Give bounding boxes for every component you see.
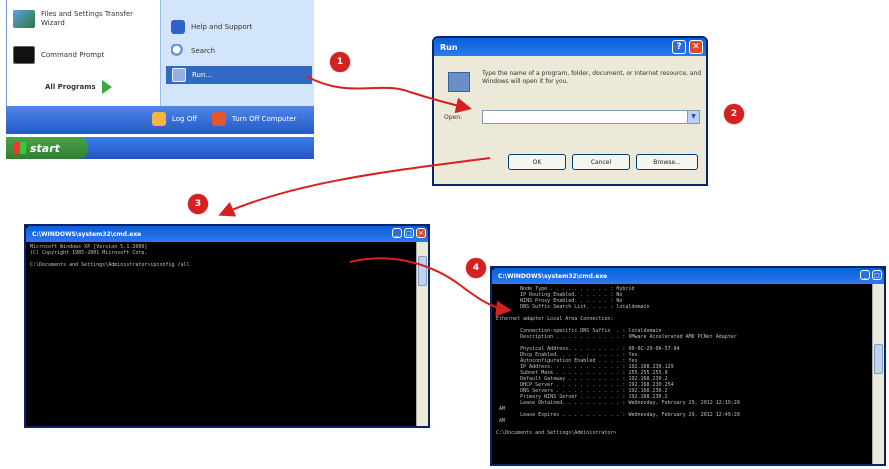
scrollbar[interactable] (872, 284, 884, 464)
start-menu-right-pane: Help and Support Search (160, 0, 314, 106)
windows-flag-icon (14, 142, 26, 154)
power-icon (212, 112, 226, 126)
menu-item-command-prompt[interactable]: Command Prompt (13, 46, 153, 64)
scrollbar-thumb[interactable] (874, 344, 883, 374)
help-icon (171, 20, 185, 34)
browse-button[interactable]: Browse... (636, 154, 698, 170)
minimize-button[interactable]: _ (860, 270, 870, 280)
scrollbar[interactable] (416, 242, 428, 426)
all-programs-label: All Programs (45, 82, 96, 91)
close-button[interactable]: ✕ (416, 228, 426, 238)
ipconfig-output-window: C:\WINDOWS\system32\cmd.exe _ □ Node Typ… (490, 266, 886, 466)
console-title: C:\WINDOWS\system32\cmd.exe (32, 230, 142, 238)
menu-item-label: Command Prompt (41, 50, 105, 59)
menu-item-label: Files and Settings Transfer Wizard (41, 10, 134, 27)
scrollbar-thumb[interactable] (418, 256, 427, 286)
menu-item-label: Help and Support (191, 22, 253, 31)
start-button[interactable]: start (6, 137, 88, 159)
dropdown-arrow-icon[interactable]: ▼ (687, 111, 699, 123)
start-menu-footer: Log Off Turn Off Computer (6, 106, 314, 134)
run-dialog: Run ? ✕ Type the name of a program, fold… (432, 36, 708, 186)
menu-item-label: Search (191, 46, 216, 55)
console-titlebar: C:\WINDOWS\system32\cmd.exe _ □ ✕ (26, 226, 428, 242)
log-off-label: Log Off (172, 114, 198, 123)
console-title: C:\WINDOWS\system32\cmd.exe (498, 272, 608, 280)
console-line: C:\Documents and Settings\Administrator>… (30, 262, 190, 268)
menu-item-label: Run... (192, 70, 213, 79)
maximize-button[interactable]: □ (872, 270, 882, 280)
dialog-title: Run (440, 42, 458, 52)
arrow-right-icon (101, 80, 112, 94)
start-menu-left-pane: Files and Settings Transfer Wizard Comma… (6, 0, 160, 106)
taskbar: start (6, 137, 314, 159)
start-menu: Files and Settings Transfer Wizard Comma… (6, 0, 314, 160)
minimize-button[interactable]: _ (392, 228, 402, 238)
menu-item-run[interactable]: Run... (166, 66, 312, 84)
turn-off-button[interactable]: Turn Off Computer (212, 112, 296, 126)
open-combobox[interactable]: ▼ (482, 110, 700, 124)
run-dialog-titlebar: Run ? ✕ (434, 38, 706, 56)
step-badge-3: 3 (188, 194, 208, 214)
turn-off-label: Turn Off Computer (232, 114, 297, 123)
cancel-button[interactable]: Cancel (572, 154, 630, 170)
step-badge-2: 2 (724, 104, 744, 124)
help-button[interactable]: ? (672, 40, 686, 54)
ok-button[interactable]: OK (508, 154, 566, 170)
console-titlebar: C:\WINDOWS\system32\cmd.exe _ □ (492, 268, 884, 284)
console-line: C:\Documents and Settings\Administrator> (496, 430, 617, 436)
menu-item-search[interactable]: Search (171, 44, 215, 58)
all-programs-button[interactable]: All Programs (45, 80, 112, 94)
command-prompt-icon (13, 46, 35, 64)
menu-item-help-support[interactable]: Help and Support (171, 20, 252, 34)
run-icon (172, 68, 186, 82)
transfer-wizard-icon (13, 10, 35, 28)
step-badge-1: 1 (330, 52, 350, 72)
run-program-icon (448, 72, 470, 92)
start-button-label: start (30, 141, 60, 155)
run-item-content: Run... (172, 68, 212, 82)
run-description: Type the name of a program, folder, docu… (482, 70, 702, 85)
console-output[interactable]: Node Type . . . . . . . . . . : Hybrid I… (492, 284, 872, 464)
open-label: Open: (444, 114, 463, 121)
maximize-button[interactable]: □ (404, 228, 414, 238)
command-prompt-window: C:\WINDOWS\system32\cmd.exe _ □ ✕ Micros… (24, 224, 430, 428)
step-badge-4: 4 (466, 258, 486, 278)
close-button[interactable]: ✕ (689, 40, 703, 54)
console-output[interactable]: Microsoft Windows XP [Version 5.1.2600](… (26, 242, 416, 426)
log-off-button[interactable]: Log Off (152, 112, 197, 126)
key-icon (152, 112, 166, 126)
menu-item-transfer-wizard[interactable]: Files and Settings Transfer Wizard (13, 10, 153, 28)
search-icon (171, 44, 185, 58)
